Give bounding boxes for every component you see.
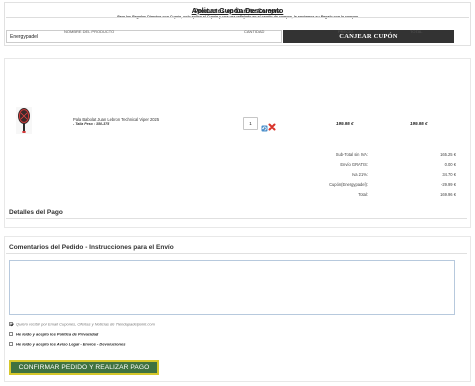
quantity-input[interactable]: 1: [243, 117, 258, 130]
vat-value: 34.70 €: [442, 172, 456, 177]
comments-title: Comentarios del Pedido - Instrucciones p…: [9, 244, 174, 251]
newsletter-checkbox[interactable]: [9, 321, 13, 326]
padel-racket-image[interactable]: [16, 107, 32, 134]
subtotal-label: Sub-Total sin IVA:: [335, 152, 368, 157]
legal-checkbox-row[interactable]: He leído y acepto los Aviso Legal - Enví…: [9, 341, 125, 346]
confirm-order-button[interactable]: CONFIRMAR PEDIDO Y REALIZAR PAGO: [9, 360, 159, 375]
item-price: 199.95 €: [336, 121, 354, 126]
product-variant: - Talla Peso : 350-375: [73, 122, 110, 126]
comments-divider: [6, 253, 467, 254]
remove-item-icon[interactable]: [268, 118, 276, 131]
payment-details-divider: [6, 218, 467, 219]
privacy-checkbox-row[interactable]: He leído y acepto los Política de Privac…: [9, 331, 98, 336]
grand-total-label: Total:: [358, 192, 368, 197]
legal-notice-checkbox[interactable]: [9, 341, 13, 346]
legal-notice-checkbox-label: He leído y acepto los Aviso Legal - Enví…: [16, 341, 126, 347]
shipping-value: 0.00 €: [444, 162, 456, 167]
item-total: 199.95 €: [410, 121, 428, 126]
privacy-policy-checkbox-label: He leído y acepto los Política de Privac…: [16, 331, 99, 337]
payment-details-title: Detalles del Pago: [9, 209, 63, 216]
coupon-code-input[interactable]: [6, 30, 282, 43]
cart-title: Productos en Carrito Compra: [194, 8, 281, 15]
cart-title-divider: [6, 17, 469, 18]
privacy-policy-checkbox[interactable]: [9, 331, 13, 336]
apply-coupon-button[interactable]: CANJEAR CUPÓN: [283, 30, 454, 43]
column-header-price: PRECIO: [338, 29, 354, 34]
newsletter-checkbox-label: Quiero recibir por Email Cupones, Oferta…: [16, 321, 155, 327]
column-header-quantity: CANTIDAD: [244, 29, 265, 34]
vat-label: Iva 21%:: [352, 172, 368, 177]
coupon-discount-value: -29.99 €: [440, 182, 456, 187]
newsletter-checkbox-row[interactable]: Quiero recibir por Email Cupones, Oferta…: [9, 321, 155, 326]
checkout-page: Aplicar Cupón Descuento Para los Regalos…: [0, 0, 475, 386]
subtotal-value: 165.25 €: [440, 152, 456, 157]
shipping-label: Envío GRATIS:: [340, 162, 368, 167]
column-header-product: NOMBRE DEL PRODUCTO: [64, 29, 115, 34]
cart-section: [4, 58, 471, 228]
grand-total-value: 169.96 €: [440, 192, 456, 197]
order-comments-textarea[interactable]: [9, 260, 455, 315]
coupon-discount-label: Cupón(Energypadel):: [329, 182, 368, 187]
update-quantity-icon[interactable]: [261, 119, 268, 132]
column-header-total: TOTAL: [410, 29, 423, 34]
